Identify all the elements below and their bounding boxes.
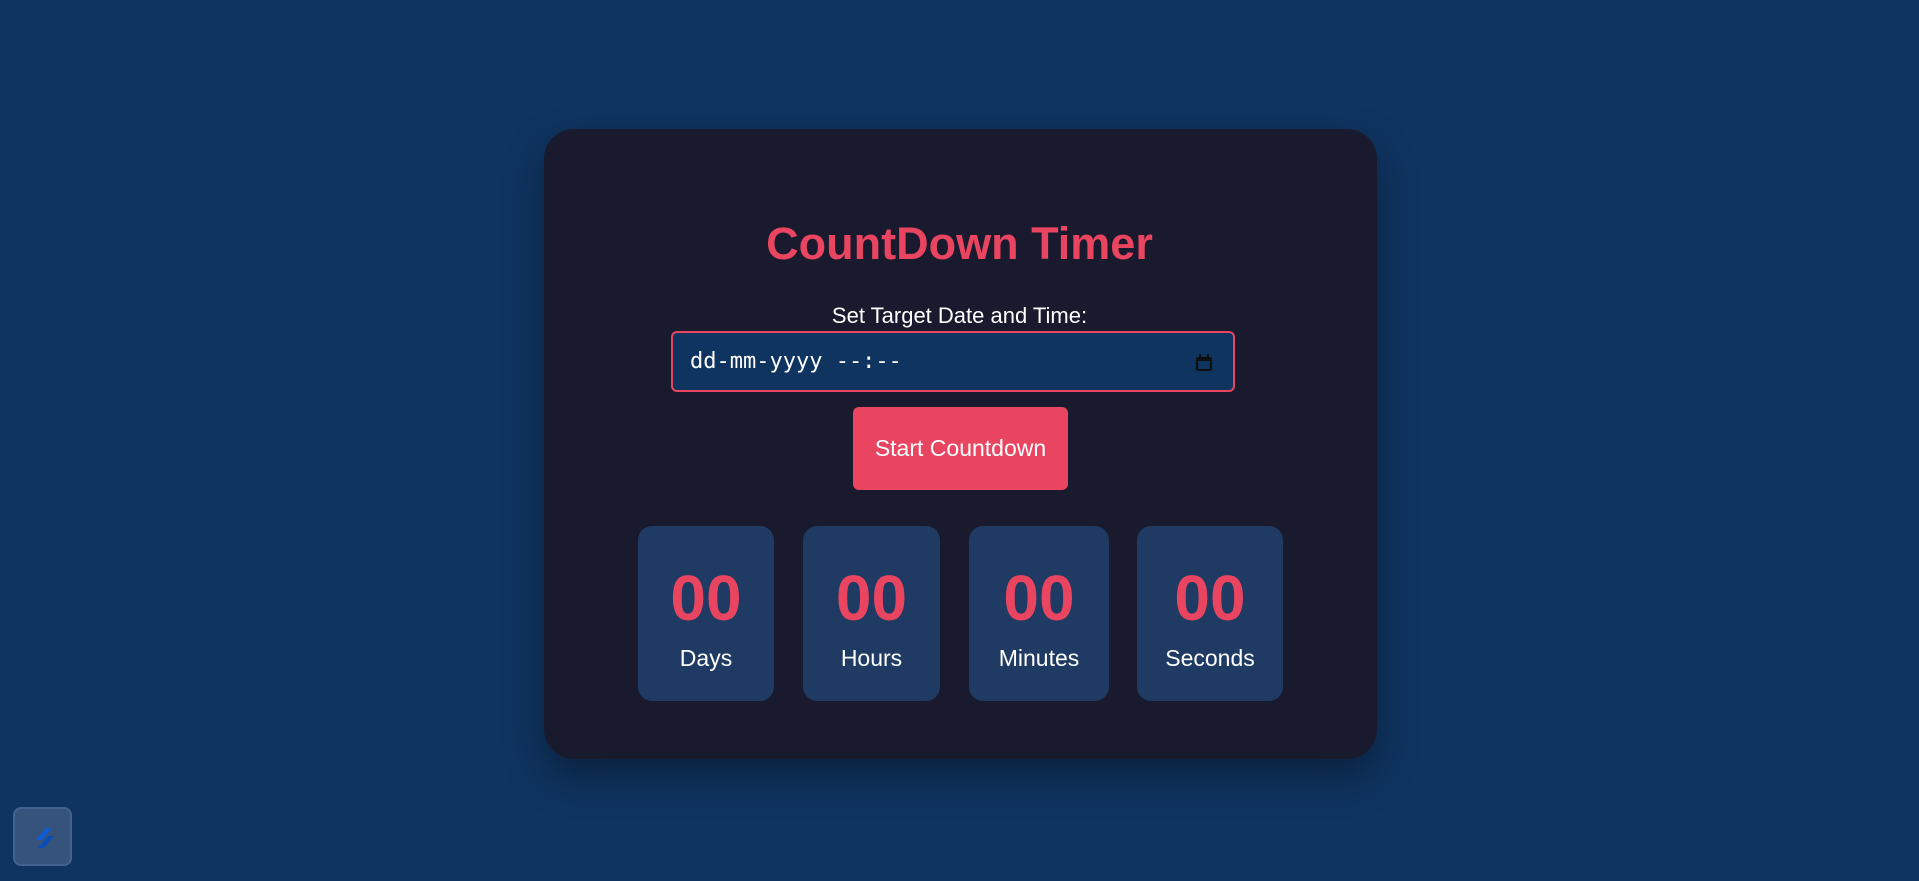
days-value: 00	[670, 562, 742, 634]
days-box: 00 Days	[638, 526, 774, 701]
page-title: CountDown Timer	[766, 218, 1153, 269]
minutes-label: Minutes	[998, 645, 1080, 671]
minutes-box: 00 Minutes	[969, 526, 1109, 701]
seconds-value: 00	[1174, 562, 1246, 634]
minutes-value: 00	[1003, 562, 1075, 634]
datetime-placeholder: dd-mm-yyyy --:--	[690, 349, 902, 374]
hours-box: 00 Hours	[803, 526, 940, 701]
seconds-box: 00 Seconds	[1137, 526, 1283, 701]
target-date-label: Set Target Date and Time:	[831, 303, 1088, 328]
seconds-label: Seconds	[1165, 645, 1255, 671]
brand-logo-icon	[36, 828, 54, 848]
calendar-icon[interactable]	[1194, 353, 1214, 373]
days-label: Days	[679, 645, 733, 671]
hours-label: Hours	[840, 645, 903, 671]
target-datetime-input[interactable]: dd-mm-yyyy --:--	[671, 331, 1235, 392]
start-countdown-button[interactable]: Start Countdown	[853, 407, 1068, 490]
hours-value: 00	[835, 562, 908, 634]
brand-logo-button[interactable]	[13, 807, 72, 866]
